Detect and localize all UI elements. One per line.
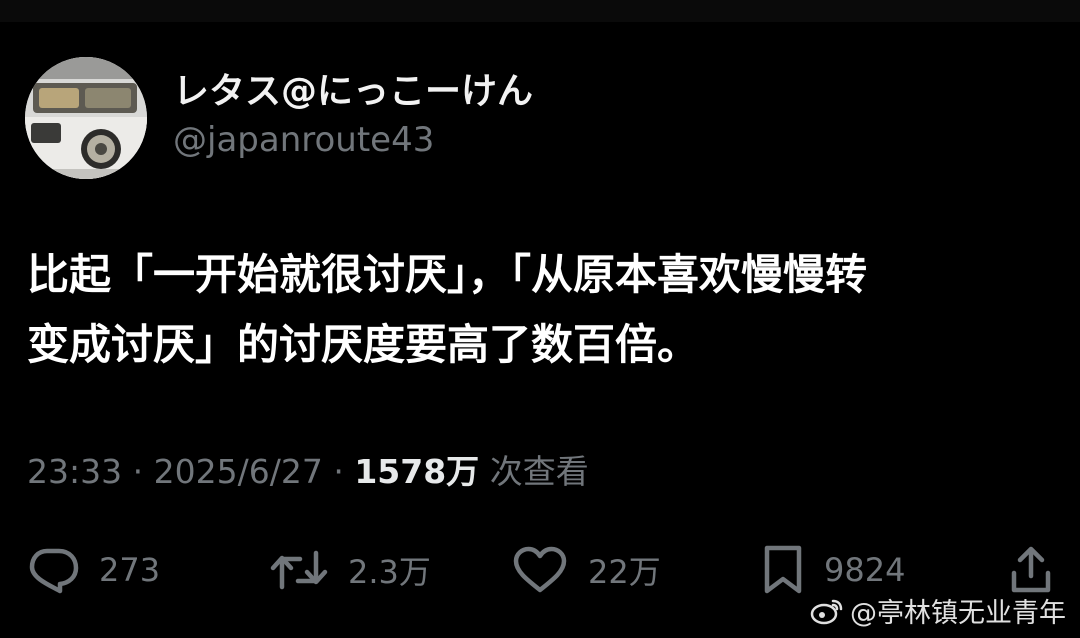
weibo-watermark: @亭林镇无业青年	[810, 591, 1066, 630]
retweet-count: 2.3万	[348, 553, 431, 591]
retweet-button[interactable]: 2.3万	[270, 540, 431, 600]
user-handle[interactable]: @japanroute43	[173, 120, 533, 160]
retweet-icon	[270, 550, 328, 590]
post-date[interactable]: 2025/6/27	[154, 452, 323, 491]
weibo-logo-icon	[810, 599, 843, 624]
meta-separator: ·	[333, 452, 344, 491]
reply-count: 273	[99, 551, 161, 589]
avatar[interactable]	[25, 57, 147, 179]
views-count: 1578万	[354, 452, 480, 491]
like-count: 22万	[588, 553, 661, 591]
avatar-image	[25, 57, 147, 179]
tweet-text-line: 变成讨厌」的讨厌度要高了数百倍。	[27, 320, 700, 369]
tweet-meta: 23:33 · 2025/6/27 · 1578万 次查看	[27, 450, 589, 494]
meta-separator: ·	[132, 452, 144, 491]
author-info: レタス@にっこーけん @japanroute43	[173, 70, 533, 160]
top-band	[0, 0, 1080, 22]
heart-icon	[513, 546, 567, 593]
display-name[interactable]: レタス@にっこーけん	[173, 70, 533, 114]
tweet-text-line: 比起「一开始就很讨厌」，「从原本喜欢慢慢转	[27, 250, 868, 299]
share-icon	[1011, 546, 1051, 593]
watermark-text: @亭林镇无业青年	[850, 598, 1066, 629]
tweet-text: 比起「一开始就很讨厌」，「从原本喜欢慢慢转 变成讨厌」的讨厌度要高了数百倍。	[27, 240, 1057, 380]
post-time[interactable]: 23:33	[27, 452, 122, 491]
reply-button[interactable]: 273	[27, 540, 160, 600]
bookmark-icon	[764, 545, 802, 594]
reply-icon	[29, 548, 79, 594]
like-button[interactable]: 22万	[512, 540, 661, 600]
views-label: 次查看	[489, 452, 589, 491]
bookmark-count: 9824	[824, 551, 906, 589]
